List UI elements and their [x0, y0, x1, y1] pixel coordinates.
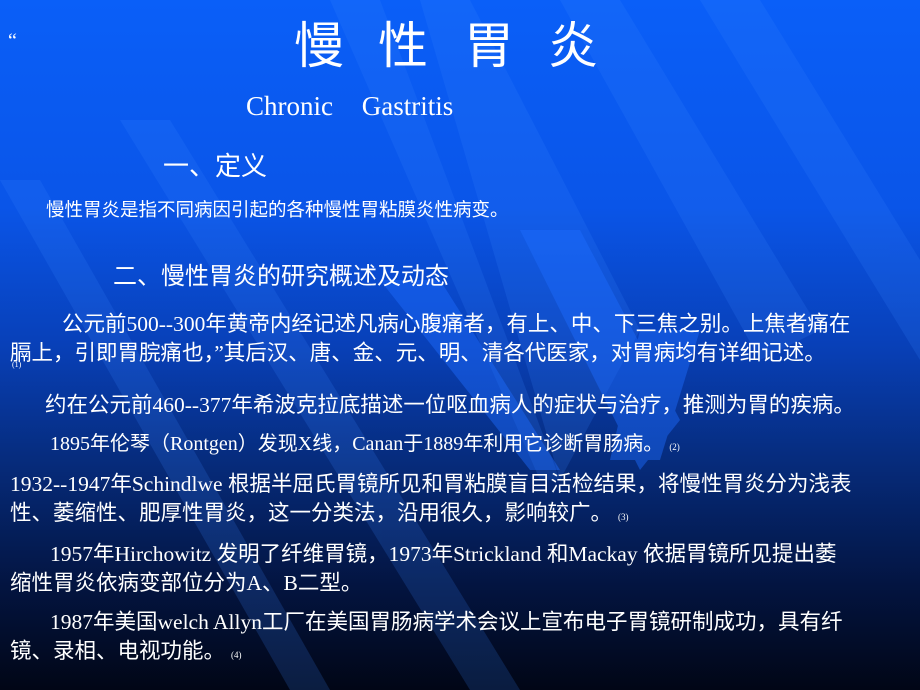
paragraph-text: 性、萎缩性、肥厚性胃炎，这一分类法，沿用很久，影响较广。: [10, 501, 613, 525]
reference-mark: (4): [231, 650, 242, 660]
title-char: 性: [378, 18, 428, 74]
title-char: 胃: [464, 18, 514, 74]
reference-mark: (3): [618, 512, 629, 522]
paragraph-line: 公元前500--300年黄帝内经记述凡病心腹痛者，有上、中、下三焦之别。上焦者痛…: [62, 312, 851, 336]
title-char: 慢: [294, 18, 344, 74]
paragraph-line: 膈上，引即胃脘痛也，”其后汉、唐、金、元、明、清各代医家，对胃病均有详细记述。: [10, 341, 826, 365]
paragraph-line: 1932--1947年Schindlwe 根据半屈氏胃镜所见和胃粘膜盲目活检结果…: [10, 472, 852, 496]
reference-mark: (2): [669, 442, 680, 452]
paragraph-line: 1895年伦琴（Rontgen）发现X线，Canan于1889年利用它诊断胃肠病…: [50, 427, 680, 456]
paragraph-line: 约在公元前460--377年希波克拉底描述一位呕血病人的症状与治疗，推测为胃的疾…: [45, 393, 855, 417]
title-char: 炎: [548, 18, 598, 74]
slide-subtitle: Chronic Gastritis: [246, 91, 454, 121]
paragraph-line: 1957年Hirchowitz 发明了纤维胃镜，1973年Strickland …: [50, 542, 837, 566]
slide-title: 慢 性 胃 炎: [0, 6, 920, 74]
reference-mark: (1): [12, 360, 22, 369]
paragraph-line: 镜、录相、电视功能。 (4): [10, 634, 242, 665]
paragraph-line: 1987年美国welch Allyn工厂在美国胃肠病学术会议上宣布电子胃镜研制成…: [50, 610, 843, 634]
paragraph-text: 1895年伦琴（Rontgen）发现X线，Canan于1889年利用它诊断胃肠病…: [50, 433, 664, 455]
section2-heading: 二、慢性胃炎的研究概述及动态: [113, 264, 449, 290]
paragraph-line: 缩性胃炎依病变部位分为A、B二型。: [10, 571, 363, 595]
definition-text: 慢性胃炎是指不同病因引起的各种慢性胃粘膜炎性病变。: [46, 201, 509, 221]
section1-heading: 一、定义: [163, 152, 268, 181]
paragraph-line: 性、萎缩性、肥厚性胃炎，这一分类法，沿用很久，影响较广。 (3): [10, 496, 629, 527]
paragraph-text: 镜、录相、电视功能。: [10, 639, 226, 663]
